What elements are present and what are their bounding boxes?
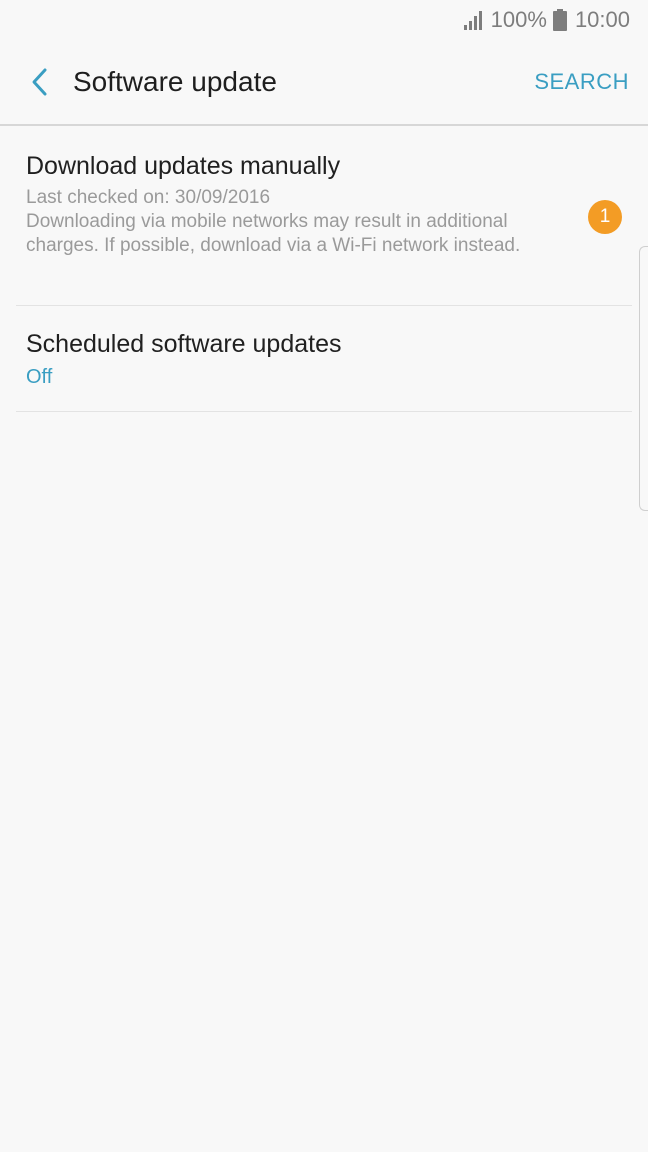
scheduled-software-updates-item[interactable]: Scheduled software updates Off xyxy=(16,306,632,412)
edge-panel-handle[interactable] xyxy=(639,246,648,511)
item-title: Scheduled software updates xyxy=(26,330,342,358)
mobile-network-warning: Downloading via mobile networks may resu… xyxy=(26,211,521,256)
clock: 10:00 xyxy=(574,7,630,32)
item-title: Download updates manually xyxy=(26,152,341,180)
screen: 100% 10:00 Software update SEARCH Downlo… xyxy=(0,0,648,1152)
battery-percentage: 100% xyxy=(490,7,547,32)
back-button[interactable] xyxy=(20,62,60,102)
settings-list: Download updates manually Last checked o… xyxy=(16,126,632,412)
scheduled-status: Off xyxy=(26,366,53,388)
app-bar: Software update SEARCH xyxy=(0,40,648,124)
download-updates-manually-item[interactable]: Download updates manually Last checked o… xyxy=(16,126,632,306)
battery-icon xyxy=(552,9,567,31)
last-checked-text: Last checked on: 30/09/2016 xyxy=(26,187,271,208)
status-bar: 100% 10:00 xyxy=(0,0,648,40)
page-title: Software update xyxy=(73,66,277,97)
signal-icon xyxy=(463,11,482,30)
search-button[interactable]: SEARCH xyxy=(534,69,629,95)
chevron-left-icon xyxy=(32,68,47,96)
update-count-badge: 1 xyxy=(588,200,622,234)
